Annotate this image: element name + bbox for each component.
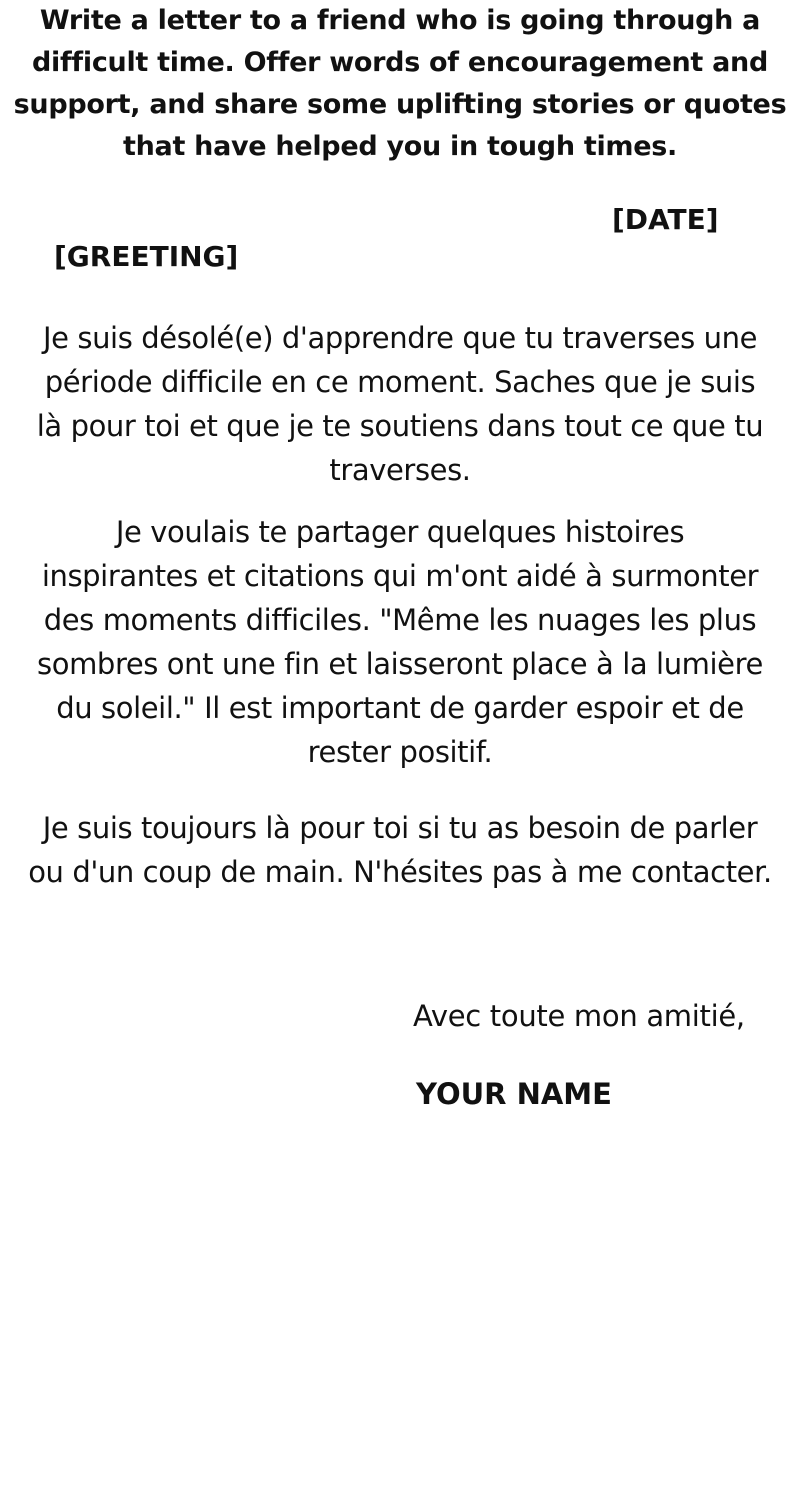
closing-line: Avec toute mon amitié, (413, 999, 745, 1033)
prompt-line: that have helped you in tough times. (123, 131, 677, 162)
paragraph-line: Je suis toujours là pour toi si tu as be… (42, 811, 758, 845)
paragraph-line: traverses. (329, 453, 471, 487)
signature-name: YOUR NAME (416, 1077, 612, 1111)
paragraph-line: Je suis désolé(e) d'apprendre que tu tra… (42, 321, 758, 355)
prompt-line: Write a letter to a friend who is going … (39, 5, 761, 36)
greeting-placeholder: [GREETING] (54, 240, 239, 273)
letter-paragraph-1: Je suis désolé(e) d'apprendre que tu tra… (0, 316, 800, 492)
paragraph-line: du soleil." Il est important de garder e… (56, 691, 744, 725)
paragraph-line: des moments difficiles. "Même les nuages… (43, 603, 757, 637)
date-placeholder: [DATE] (612, 203, 719, 236)
paragraph-line: sombres ont une fin et laisseront place … (37, 647, 763, 681)
prompt-heading: Write a letter to a friend who is going … (0, 0, 800, 168)
paragraph-line: période difficile en ce moment. Saches q… (44, 365, 756, 399)
paragraph-line: Je voulais te partager quelques histoire… (115, 515, 685, 549)
letter-paragraph-3: Je suis toujours là pour toi si tu as be… (0, 806, 800, 894)
paragraph-line: rester positif. (307, 735, 493, 769)
letter-page: Write a letter to a friend who is going … (0, 0, 800, 1500)
paragraph-line: là pour toi et que je te soutiens dans t… (36, 409, 764, 443)
letter-paragraph-2: Je voulais te partager quelques histoire… (0, 510, 800, 774)
prompt-line: support, and share some uplifting storie… (13, 89, 787, 120)
prompt-line: difficult time. Offer words of encourage… (32, 47, 768, 78)
paragraph-line: ou d'un coup de main. N'hésites pas à me… (28, 855, 772, 889)
paragraph-line: inspirantes et citations qui m'ont aidé … (41, 559, 759, 593)
